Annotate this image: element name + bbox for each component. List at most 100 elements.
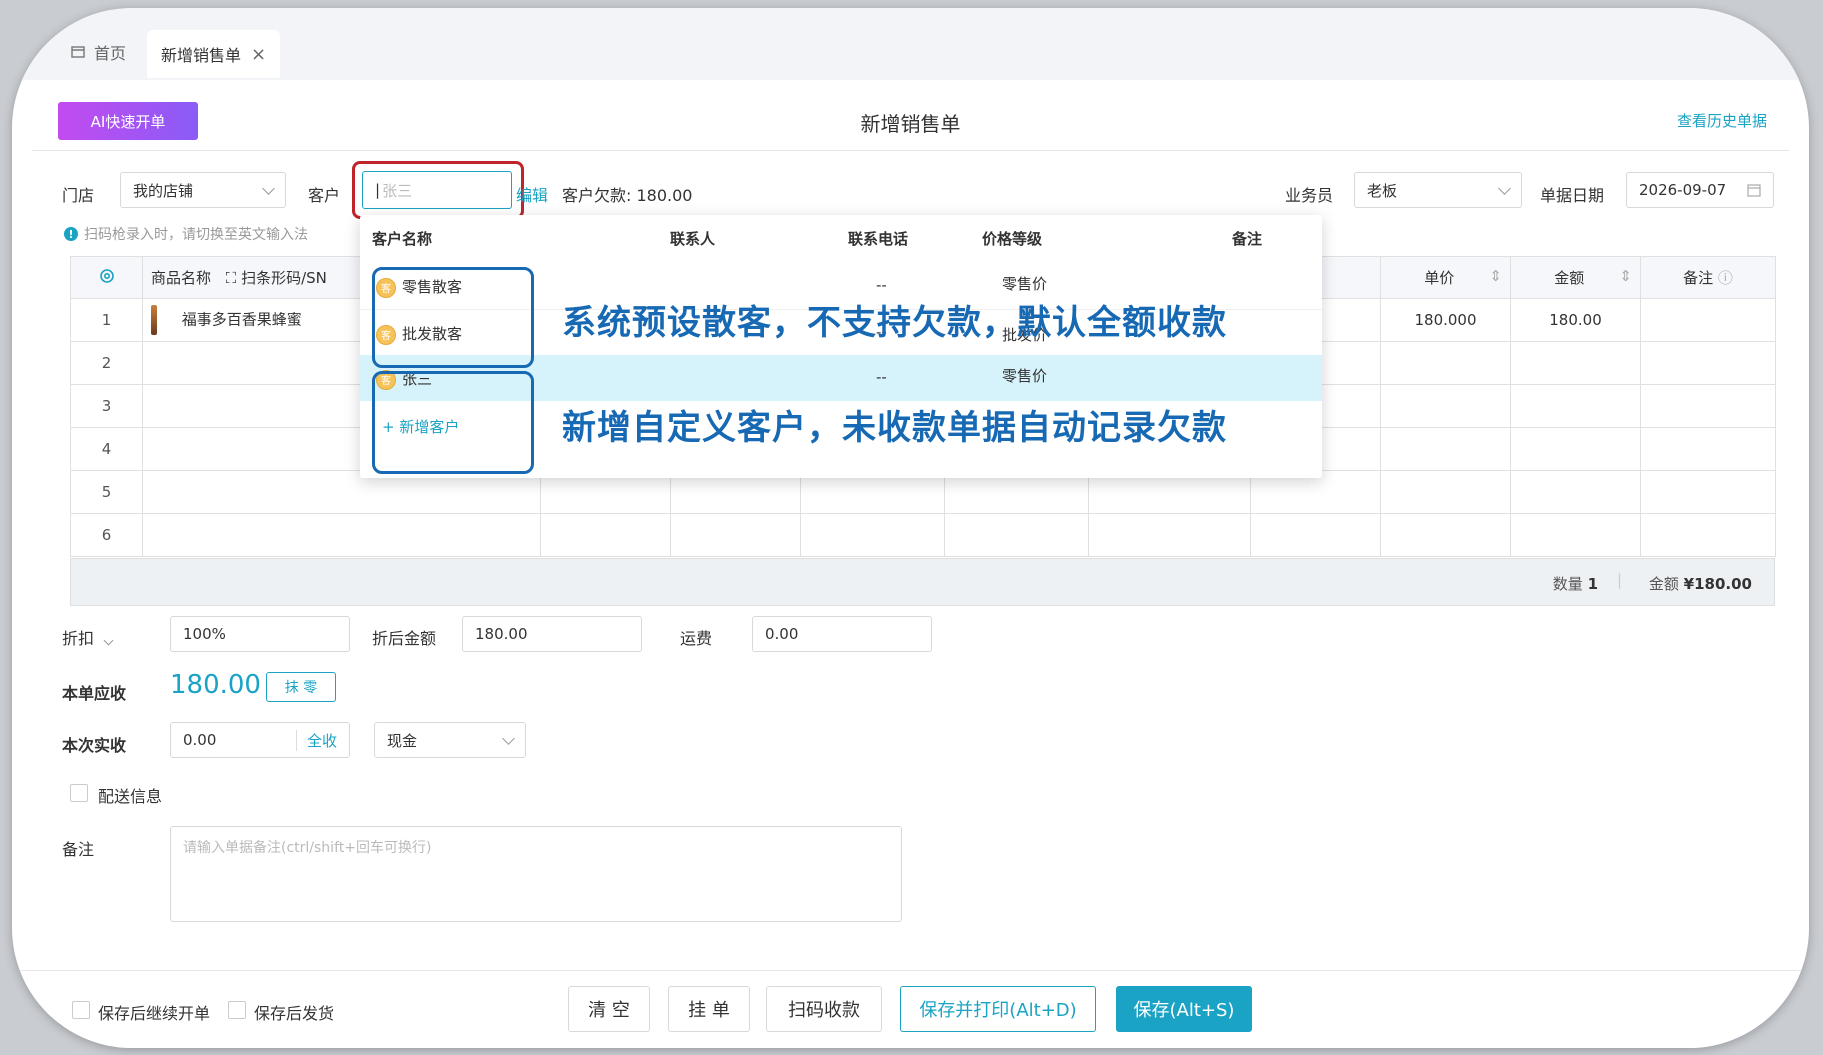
- row-number: 5: [70, 470, 143, 514]
- total-summary: 金额 ¥180.00: [1649, 573, 1752, 594]
- hold-button[interactable]: 挂 单: [668, 986, 750, 1032]
- payment-method-select[interactable]: 现金: [374, 722, 526, 758]
- discounted-amount-input[interactable]: 180.00: [462, 616, 642, 652]
- annotation-custom: 新增自定义客户，未收款单据自动记录欠款: [562, 408, 1227, 448]
- customer-label: 客户: [308, 186, 341, 205]
- freight-label: 运费: [680, 629, 713, 648]
- unit-price-cell[interactable]: 180.000: [1380, 298, 1511, 342]
- gear-icon: [99, 268, 114, 283]
- scan-pay-button[interactable]: 扫码收款: [766, 986, 882, 1032]
- date-label: 单据日期: [1540, 186, 1605, 205]
- store-select[interactable]: 我的店铺: [120, 172, 286, 208]
- table-cell[interactable]: [1640, 427, 1776, 471]
- row-number: 4: [70, 427, 143, 471]
- product-name: 福事多百香果蜂蜜: [181, 310, 302, 329]
- row-number: 3: [70, 384, 143, 428]
- ship-checkbox[interactable]: [228, 1001, 246, 1019]
- customer-debt: 客户欠款: 180.00: [562, 186, 693, 205]
- freight-input[interactable]: 0.00: [752, 616, 932, 652]
- table-cell[interactable]: [540, 513, 671, 557]
- table-cell[interactable]: [1380, 341, 1511, 385]
- table-cell[interactable]: [944, 513, 1089, 557]
- remark-textarea[interactable]: 请输入单据备注(ctrl/shift+回车可换行): [170, 826, 902, 922]
- scan-hint-text: 扫码枪录入时，请切换至英文输入法: [84, 227, 308, 243]
- save-print-button[interactable]: 保存并打印(Alt+D): [900, 986, 1096, 1032]
- scan-header-label[interactable]: 扫条形码/SN: [241, 269, 327, 287]
- amount-cell[interactable]: 180.00: [1510, 298, 1641, 342]
- table-cell[interactable]: [1088, 513, 1251, 557]
- clear-button[interactable]: 清 空: [568, 986, 650, 1032]
- tab-new-sales-order[interactable]: 新增销售单 ×: [147, 30, 281, 78]
- unit-price-column-header[interactable]: 单价 ⇕: [1380, 256, 1511, 299]
- scan-barcode-icon[interactable]: ⛶: [226, 269, 237, 287]
- table-cell[interactable]: [670, 513, 801, 557]
- help-icon[interactable]: ⓘ: [1718, 269, 1733, 287]
- table-cell[interactable]: [1510, 341, 1641, 385]
- full-receive-link[interactable]: 全收: [295, 729, 337, 751]
- tab-home-label: 首页: [94, 44, 127, 63]
- amount-column-header[interactable]: 金额 ⇕: [1510, 256, 1641, 299]
- table-cell[interactable]: [1640, 341, 1776, 385]
- received-input[interactable]: 0.00 全收: [170, 722, 350, 758]
- round-off-button[interactable]: 抹 零: [266, 672, 336, 702]
- table-row[interactable]: 6: [70, 513, 1776, 557]
- app-window: 首页 新增销售单 × AI快速开单 新增销售单 查看历史单据 门店 我的店铺 客…: [12, 8, 1809, 1048]
- table-cell[interactable]: [1380, 427, 1511, 471]
- remark-header-label: 备注: [1683, 269, 1714, 287]
- column-settings[interactable]: [70, 256, 143, 299]
- view-history-link[interactable]: 查看历史单据: [1677, 110, 1767, 131]
- scan-hint: ! 扫码枪录入时，请切换至英文输入法: [64, 224, 308, 244]
- annotation-preset: 系统预设散客，不支持欠款，默认全额收款: [562, 303, 1227, 343]
- tab-home[interactable]: 首页: [70, 34, 126, 70]
- amount-header-label: 金额: [1554, 269, 1585, 287]
- home-icon: [71, 46, 85, 58]
- calendar-icon: [1747, 184, 1761, 197]
- row-number: 1: [70, 298, 143, 342]
- sort-icon[interactable]: ⇕: [1619, 267, 1632, 285]
- table-cell[interactable]: [1510, 513, 1641, 557]
- salesperson-select[interactable]: 老板: [1354, 172, 1522, 208]
- table-cell[interactable]: [1510, 470, 1641, 514]
- chevron-down-icon: [1498, 181, 1511, 195]
- payment-method-value: 现金: [387, 731, 418, 750]
- discount-label[interactable]: 折扣: [62, 625, 114, 649]
- chevron-down-icon: [502, 731, 515, 745]
- table-cell[interactable]: [1510, 427, 1641, 471]
- delivery-label: 配送信息: [98, 787, 163, 806]
- table-cell[interactable]: [800, 513, 945, 557]
- table-cell[interactable]: [1640, 384, 1776, 428]
- option-contact: --: [876, 368, 887, 386]
- table-cell[interactable]: [1510, 384, 1641, 428]
- table-cell[interactable]: [1380, 513, 1511, 557]
- dd-header-name: 客户名称: [372, 230, 433, 248]
- receivable-label: 本单应收: [62, 684, 127, 703]
- table-cell[interactable]: [1380, 470, 1511, 514]
- main-content: AI快速开单 新增销售单 查看历史单据 门店 我的店铺 客户 | 张三 编辑 客…: [32, 80, 1789, 970]
- table-cell[interactable]: [142, 513, 541, 557]
- sort-icon[interactable]: ⇕: [1489, 267, 1502, 285]
- table-cell[interactable]: [1640, 513, 1776, 557]
- summary-divider: |: [1616, 571, 1622, 589]
- product-header-label: 商品名称: [151, 269, 212, 287]
- unit-price-header-label: 单价: [1424, 269, 1455, 287]
- save-button[interactable]: 保存(Alt+S): [1116, 986, 1252, 1032]
- remark-column-header: 备注 ⓘ: [1640, 256, 1776, 299]
- edit-customer-link[interactable]: 编辑: [516, 182, 548, 206]
- received-value: 0.00: [183, 731, 217, 749]
- custom-customers-highlight: [372, 371, 534, 474]
- delivery-checkbox[interactable]: [70, 784, 88, 802]
- date-picker[interactable]: 2026-09-07: [1626, 172, 1774, 208]
- summary-bar: 数量 1 | 金额 ¥180.00: [70, 558, 1775, 606]
- chevron-down-icon: [103, 635, 114, 646]
- page-title: 新增销售单: [860, 112, 961, 136]
- table-cell[interactable]: [1250, 513, 1381, 557]
- discount-input[interactable]: 100%: [170, 616, 350, 652]
- dd-header-remark: 备注: [1232, 230, 1263, 248]
- close-icon[interactable]: ×: [251, 44, 266, 65]
- preset-customers-highlight: [372, 267, 534, 368]
- table-cell[interactable]: [1640, 470, 1776, 514]
- remark-label: 备注: [62, 840, 95, 859]
- remark-cell[interactable]: [1640, 298, 1776, 342]
- continue-checkbox[interactable]: [72, 1001, 90, 1019]
- table-cell[interactable]: [1380, 384, 1511, 428]
